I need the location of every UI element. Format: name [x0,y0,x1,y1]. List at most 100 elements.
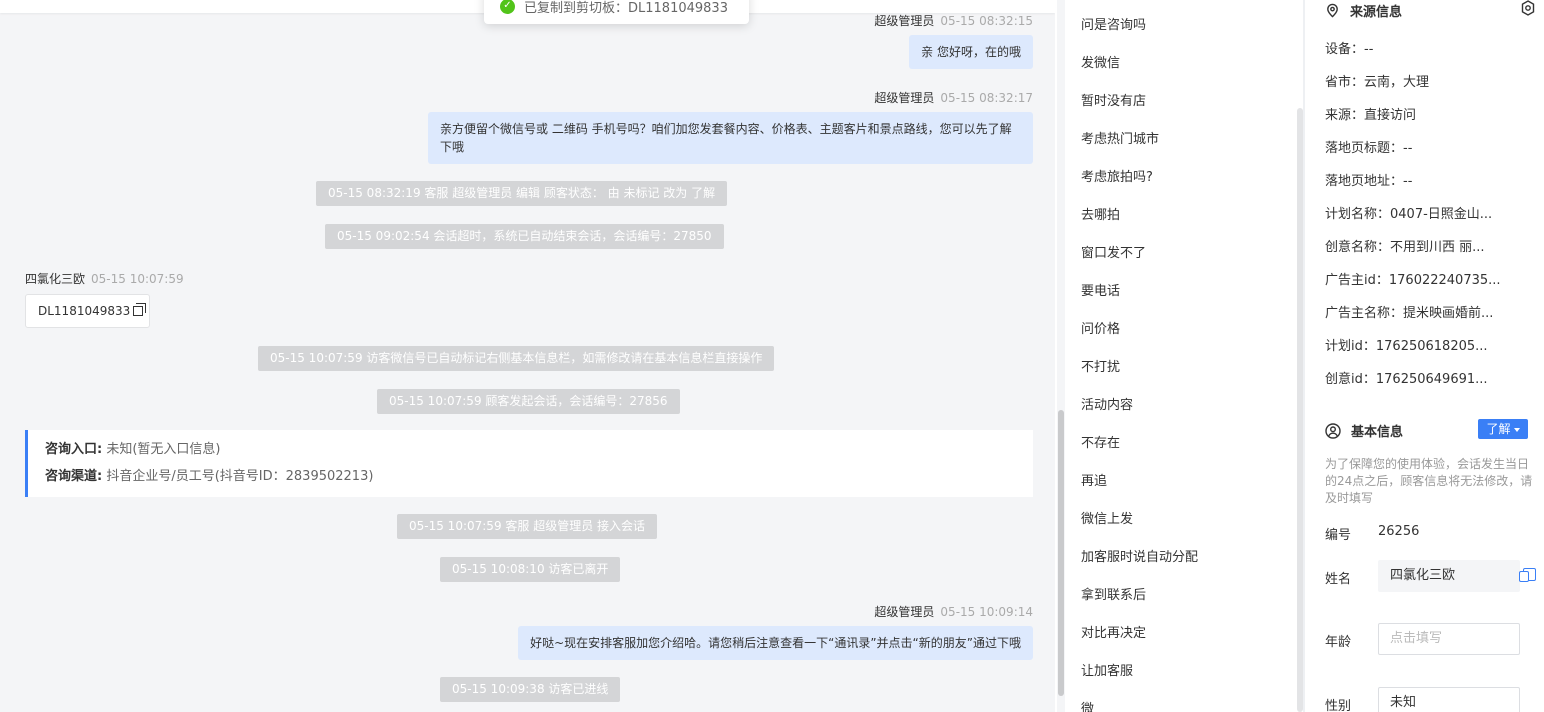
gender-label: 性别 [1325,699,1352,712]
source-row: 设备：-- [1325,38,1373,57]
quick-reply-item[interactable]: 窗口发不了 [1081,242,1146,261]
system-notice: 05-15 10:07:59 客服 超级管理员 接入会话 [397,514,658,539]
system-notice: 05-15 10:07:59 访客微信号已自动标记右侧基本信息栏，如需修改请在基… [258,346,775,371]
quick-reply-item[interactable]: 考虑热门城市 [1081,128,1159,147]
check-circle-icon: ✓ [500,0,515,14]
customer-status-value: 了解 [1486,422,1511,436]
consult-info-card: 咨询入口: 未知(暂无入口信息) 咨询渠道: 抖音企业号/员工号(抖音号ID：2… [25,430,1033,497]
consult-channel-row: 咨询渠道: 抖音企业号/员工号(抖音号ID：2839502213) [45,467,1033,494]
quick-reply-item[interactable]: 考虑旅拍吗? [1081,166,1153,185]
system-notice: 05-15 10:07:59 顾客发起会话，会话编号：27856 [377,389,680,414]
quick-reply-item[interactable]: 加客服时说自动分配 [1081,546,1198,565]
basic-section-header: 基本信息 [1325,421,1403,440]
chat-scrollbar-thumb[interactable] [1058,410,1064,696]
system-notice: 05-15 09:02:54 会话超时，系统已自动结束会话，会话编号：27850 [325,224,724,249]
message-time: 05-15 10:09:14 [940,605,1033,619]
source-row: 创意名称：不用到川西 丽... [1325,236,1485,255]
source-section-header: 来源信息 [1325,1,1402,20]
source-row-label: 设备： [1325,42,1365,57]
source-row-value: 不用到川西 丽... [1390,240,1485,255]
quick-reply-item[interactable]: 发微信 [1081,52,1120,71]
quick-reply-item[interactable]: 对比再决定 [1081,622,1146,641]
source-row-label: 计划名称： [1325,207,1391,222]
source-row-value: 176022240735... [1388,273,1501,288]
basic-section-title: 基本信息 [1351,425,1404,440]
consult-channel-value: 抖音企业号/员工号(抖音号ID：2839502213) [106,469,374,484]
age-input[interactable]: 点击填写 [1378,623,1520,655]
message-meta: 超级管理员 05-15 08:32:17 [874,89,1033,106]
source-row-label: 省市： [1325,75,1365,90]
quick-reply-item[interactable]: 拿到联系后 [1081,584,1146,603]
source-row-value: 直接访问 [1364,108,1417,123]
name-field[interactable]: 四氯化三欧 [1378,560,1520,592]
quick-reply-item[interactable]: 不存在 [1081,432,1120,451]
source-row-value: -- [1364,42,1374,57]
source-row-value: 0407-日照金山... [1390,207,1493,222]
source-row: 创意id：176250649691... [1325,368,1488,387]
source-row-value: -- [1403,174,1413,189]
source-row: 省市：云南，大理 [1325,71,1429,90]
id-value: 26256 [1378,524,1420,539]
source-section-title: 来源信息 [1350,5,1403,20]
agent-message: 亲方便留个微信号或 二维码 手机号吗？咱们加您发套餐内容、价格表、主题客片和景点… [428,112,1033,164]
system-notice: 05-15 10:08:10 访客已离开 [440,557,621,582]
system-notice: 05-15 10:09:38 访客已进线 [440,677,621,702]
sender-name: 超级管理员 [874,14,935,28]
consult-entry-value: 未知(暂无入口信息) [106,442,221,457]
sender-name: 超级管理员 [874,91,935,105]
source-row-label: 广告主id： [1325,273,1389,288]
customer-info-panel: 来源信息 设备：-- 省市：云南，大理 来源：直接访问 落地页标题：-- 落地页地址：-… [1305,0,1544,712]
quick-reply-item[interactable]: 问价格 [1081,318,1120,337]
quick-reply-item[interactable]: 活动内容 [1081,394,1133,413]
source-row-label: 落地页地址： [1325,174,1404,189]
message-time: 05-15 08:32:15 [940,14,1033,28]
settings-icon[interactable] [1520,0,1536,16]
message-time: 05-15 10:07:59 [91,272,184,286]
quick-reply-item[interactable]: 让加客服 [1081,660,1133,679]
agent-message: 好哒~现在安排客服加您介绍哈。请您稍后注意查看一下“通讯录”并点击“新的朋友”通… [518,626,1033,660]
quick-reply-item[interactable]: 微信上发 [1081,508,1133,527]
chat-area: 超级管理员 05-15 08:32:15 亲 您好呀，在的哦 超级管理员 05-15… [0,0,1055,712]
quick-reply-item[interactable]: 去哪拍 [1081,204,1120,223]
source-row-value: 176250649691... [1375,372,1488,387]
system-notice: 05-15 08:32:19 客服 超级管理员 编辑 顾客状态： 由 未标记 改… [316,181,728,206]
edit-notice: 为了保障您的使用体验，会话发生当日的24点之后，顾客信息将无法修改，请及时填写 [1325,457,1533,505]
source-row-value: 176250618205... [1375,339,1488,354]
source-row: 计划名称：0407-日照金山... [1325,203,1492,222]
id-label: 编号 [1325,528,1352,543]
source-row-label: 计划id： [1325,339,1376,354]
visitor-meta: 四氯化三欧 05-15 10:07:59 [25,270,184,287]
source-row-value: 云南，大理 [1364,75,1430,90]
quick-reply-list: 问是咨询吗发微信暂时没有店考虑热门城市 考虑旅拍吗? 去哪拍窗口发不了要电话问价格不… [1065,0,1303,712]
name-label: 姓名 [1325,572,1352,587]
quick-reply-item[interactable]: 暂时没有店 [1081,90,1146,109]
quick-reply-item[interactable]: 不打扰 [1081,356,1120,375]
consult-channel-label: 咨询渠道: [45,469,103,484]
source-row-value: -- [1403,141,1413,156]
source-row-value: 提米映画婚前... [1403,306,1494,321]
quick-reply-item[interactable]: 再追 [1081,470,1107,489]
copy-icon[interactable] [133,303,147,316]
message-meta: 超级管理员 05-15 10:09:14 [874,603,1033,620]
source-row: 广告主id：176022240735... [1325,269,1501,288]
consult-entry-row: 咨询入口: 未知(暂无入口信息) [45,440,1033,467]
age-label: 年龄 [1325,635,1352,650]
quick-reply-item[interactable]: 问是咨询吗 [1081,14,1146,33]
source-row-label: 创意id： [1325,372,1376,387]
source-row: 落地页标题：-- [1325,137,1412,156]
message-meta: 超级管理员 05-15 08:32:15 [874,12,1033,29]
customer-status-dropdown[interactable]: 了解 [1478,419,1528,439]
visitor-code-message[interactable]: DL1181049833 [25,294,150,328]
visitor-code: DL1181049833 [38,304,131,318]
source-row-label: 来源： [1325,108,1365,123]
consult-entry-label: 咨询入口: [45,442,103,457]
quick-reply-item[interactable]: 微 [1081,698,1094,712]
copy-success-toast: ✓ 已复制到剪切板：DL1181049833 [484,0,749,24]
copy-name-icon[interactable] [1519,568,1536,582]
location-pin-icon [1327,3,1338,18]
user-circle-icon [1325,422,1341,439]
source-row: 计划id：176250618205... [1325,335,1488,354]
quick-reply-item[interactable]: 要电话 [1081,280,1120,299]
gender-select[interactable]: 未知 [1378,687,1520,712]
toast-text: 已复制到剪切板：DL1181049833 [524,0,728,16]
